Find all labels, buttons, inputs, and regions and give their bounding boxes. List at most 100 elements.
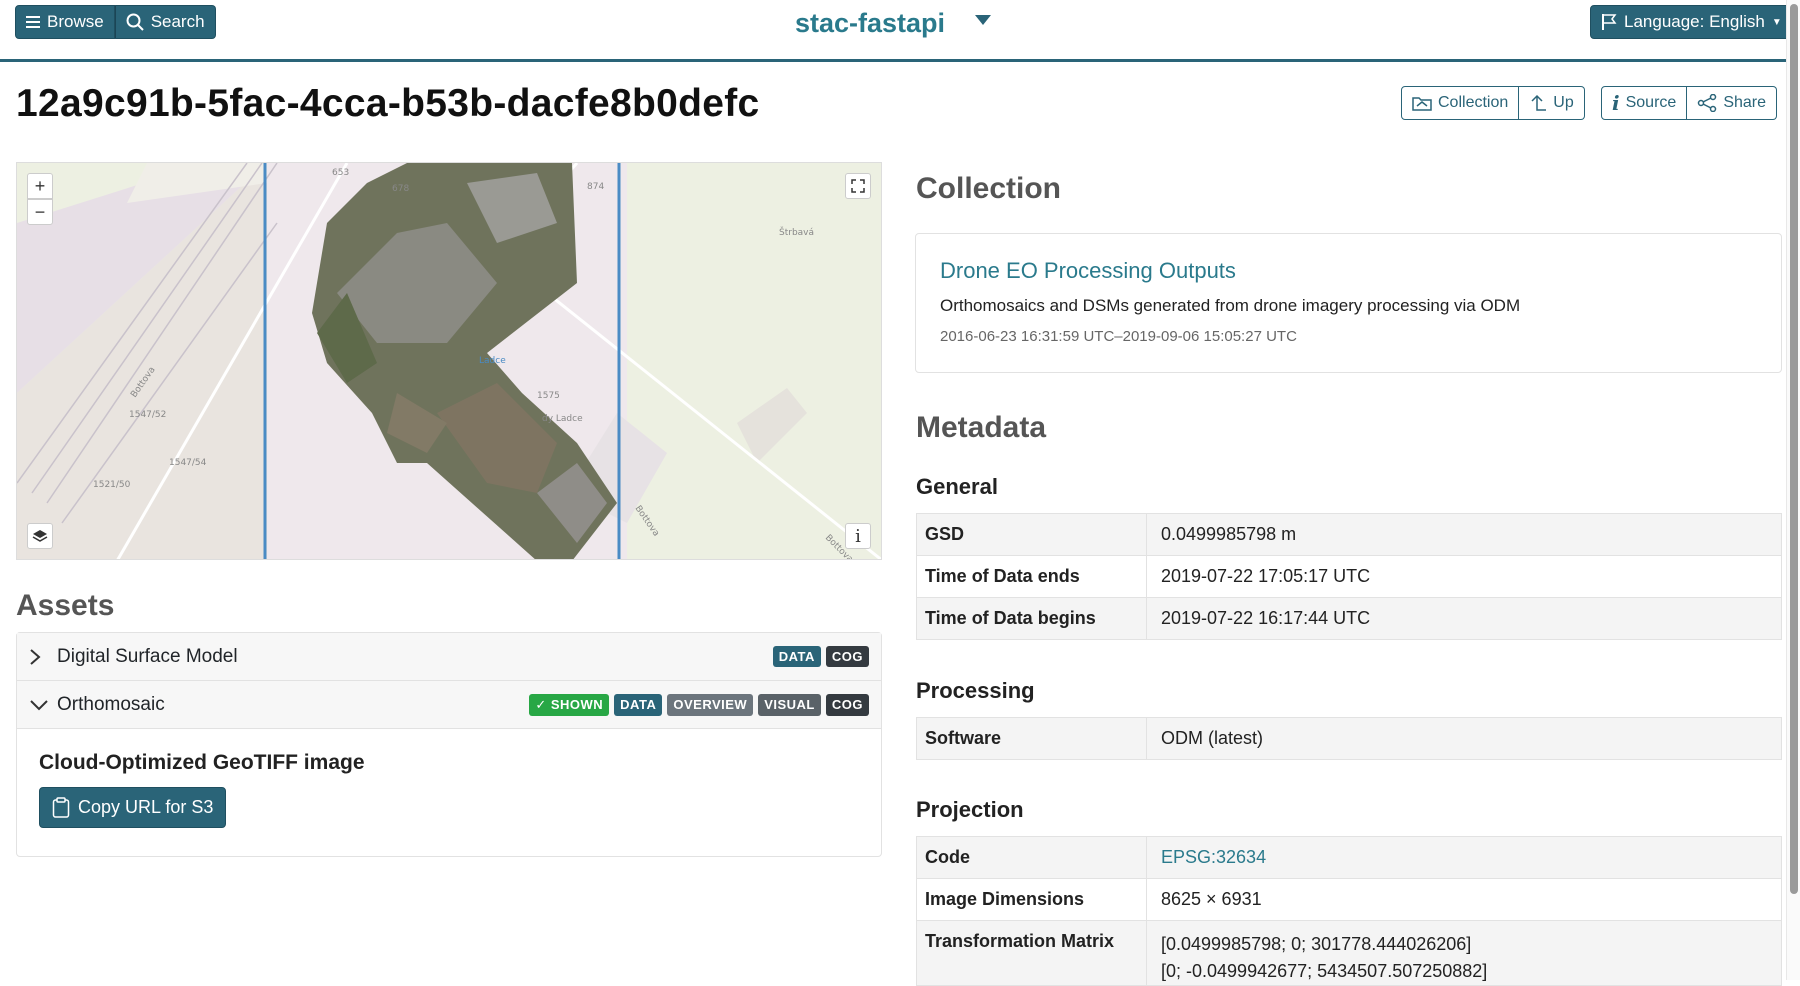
- meta-value: [0; -0.0499942677; 5434507.507250882]: [1161, 961, 1488, 981]
- map-label: 653: [332, 168, 349, 178]
- badge-cog: COG: [825, 693, 869, 716]
- asset-title: Orthomosaic: [57, 693, 165, 715]
- source-label: Source: [1625, 94, 1677, 111]
- layers-icon[interactable]: [27, 523, 53, 549]
- map-label: Ladce: [479, 356, 506, 366]
- asset-row-orthomosaic[interactable]: Orthomosaic ✓ SHOWN DATA OVERVIEW VISUAL…: [17, 681, 881, 729]
- search-button[interactable]: Search: [114, 5, 216, 39]
- meta-value: [0.0499985798; 0; 301778.444026206]: [1161, 934, 1472, 954]
- caret-down-icon: ▼: [1771, 16, 1782, 28]
- caret-down-icon[interactable]: [975, 15, 991, 25]
- search-label: Search: [150, 12, 205, 31]
- collection-heading: Collection: [916, 172, 1062, 205]
- map-info-icon[interactable]: i: [845, 523, 871, 549]
- map-label: 1547/54: [169, 458, 207, 468]
- meta-value: 2019-07-22 16:17:44 UTC: [1146, 597, 1782, 640]
- up-button[interactable]: Up: [1519, 86, 1585, 120]
- assets-heading: Assets: [16, 589, 115, 622]
- asset-row-dsm[interactable]: Digital Surface Model DATA COG: [17, 633, 881, 681]
- meta-key: GSD: [916, 513, 1147, 556]
- badge-visual: VISUAL: [758, 693, 821, 716]
- projection-heading: Projection: [916, 797, 1024, 822]
- collection-date-range: 2016-06-23 16:31:59 UTC–2019-09-06 15:05…: [940, 328, 1297, 345]
- meta-key: Time of Data ends: [916, 555, 1147, 598]
- source-button[interactable]: i Source: [1601, 86, 1688, 120]
- share-action-group: i Source Share: [1601, 86, 1778, 120]
- chevron-down-icon: [29, 699, 51, 711]
- share-button[interactable]: Share: [1687, 86, 1778, 120]
- table-row: Time of Data begins 2019-07-22 16:17:44 U…: [916, 597, 1782, 640]
- scrollbar-thumb[interactable]: [1790, 4, 1798, 894]
- browse-label: Browse: [47, 12, 104, 31]
- browse-button[interactable]: Browse: [15, 5, 115, 39]
- table-row: Code EPSG:32634: [916, 836, 1782, 879]
- zoom-out-button[interactable]: −: [27, 199, 53, 225]
- share-icon: [1697, 94, 1717, 112]
- page-scrollbar[interactable]: [1786, 0, 1800, 980]
- language-label: Language: English: [1624, 12, 1765, 31]
- flag-icon: [1601, 13, 1617, 31]
- share-label: Share: [1723, 94, 1767, 111]
- processing-heading: Processing: [916, 678, 1035, 703]
- language-button[interactable]: Language: English ▼: [1590, 5, 1793, 39]
- asset-title: Digital Surface Model: [57, 645, 238, 667]
- badge-shown[interactable]: ✓ SHOWN: [529, 693, 610, 716]
- copy-url-button[interactable]: Copy URL for S3: [39, 787, 227, 828]
- assets-list: Digital Surface Model DATA COG Orthomosa…: [16, 632, 882, 857]
- meta-key: Software: [916, 717, 1147, 760]
- general-table: GSD 0.0499985798 m Time of Data ends 2019-…: [916, 513, 1782, 640]
- table-row: Transformation Matrix [0.0499985798; 0; 3…: [916, 920, 1782, 986]
- brand-title[interactable]: stac-fastapi: [795, 8, 945, 39]
- epsg-link[interactable]: EPSG:32634: [1161, 847, 1266, 867]
- nav-action-group: Collection Up: [1401, 86, 1585, 120]
- metadata-heading: Metadata: [916, 411, 1047, 444]
- map-canvas: Štrbavá Bottova Bottova Bottova 1547/52 …: [17, 163, 881, 559]
- fullscreen-icon[interactable]: [845, 173, 871, 199]
- menu-icon: [26, 16, 40, 28]
- navbar: Browse Search stac-fastapi Language: Eng…: [0, 0, 1800, 62]
- check-icon: ✓: [535, 696, 551, 712]
- table-row: Time of Data ends 2019-07-22 17:05:17 UTC: [916, 555, 1782, 598]
- general-heading: General: [916, 474, 998, 499]
- processing-table: Software ODM (latest): [916, 717, 1782, 760]
- meta-key: Transformation Matrix: [916, 920, 1147, 986]
- table-row: Software ODM (latest): [916, 717, 1782, 760]
- arrow-up-icon: [1529, 94, 1547, 112]
- chevron-right-icon: [29, 648, 51, 666]
- collection-card: Drone EO Processing Outputs Orthomosaics…: [915, 233, 1782, 373]
- page-title: 12a9c91b-5fac-4cca-b53b-dacfe8b0defc: [16, 82, 760, 125]
- projection-table: Code EPSG:32634 Image Dimensions 8625 × 69…: [916, 836, 1782, 986]
- collection-label: Collection: [1438, 94, 1509, 111]
- meta-value: 2019-07-22 17:05:17 UTC: [1146, 555, 1782, 598]
- info-icon: i: [1612, 91, 1620, 115]
- clipboard-icon: [52, 796, 70, 819]
- badge-data: DATA: [772, 646, 821, 667]
- collection-button[interactable]: Collection: [1401, 86, 1520, 120]
- badge-overview: OVERVIEW: [667, 693, 754, 716]
- zoom-in-button[interactable]: +: [27, 173, 53, 199]
- table-row: Image Dimensions 8625 × 6931: [916, 878, 1782, 921]
- meta-value: 8625 × 6931: [1146, 878, 1782, 921]
- up-label: Up: [1553, 94, 1574, 111]
- meta-key: Image Dimensions: [916, 878, 1147, 921]
- asset-media-type: Cloud-Optimized GeoTIFF image: [39, 751, 365, 774]
- map-label: 1547/52: [129, 410, 166, 420]
- map-view[interactable]: Štrbavá Bottova Bottova Bottova 1547/52 …: [16, 162, 882, 560]
- badge-cog: COG: [825, 646, 869, 667]
- search-icon: [126, 13, 144, 31]
- copy-url-label: Copy URL for S3: [78, 797, 214, 817]
- asset-detail: Cloud-Optimized GeoTIFF image Copy URL f…: [17, 729, 881, 856]
- map-label: 678: [392, 184, 409, 194]
- map-label: 1521/50: [93, 480, 131, 490]
- collection-description: Orthomosaics and DSMs generated from dro…: [940, 296, 1521, 315]
- map-label: 1575: [537, 391, 560, 401]
- collection-link[interactable]: Drone EO Processing Outputs: [940, 258, 1757, 284]
- meta-value: 0.0499985798 m: [1146, 513, 1782, 556]
- map-label: 874: [587, 182, 604, 192]
- badge-data: DATA: [614, 693, 663, 716]
- map-label: dy Ladce: [542, 414, 583, 424]
- table-row: GSD 0.0499985798 m: [916, 513, 1782, 556]
- folder-icon: [1412, 95, 1432, 111]
- meta-key: Time of Data begins: [916, 597, 1147, 640]
- meta-key: Code: [916, 836, 1147, 879]
